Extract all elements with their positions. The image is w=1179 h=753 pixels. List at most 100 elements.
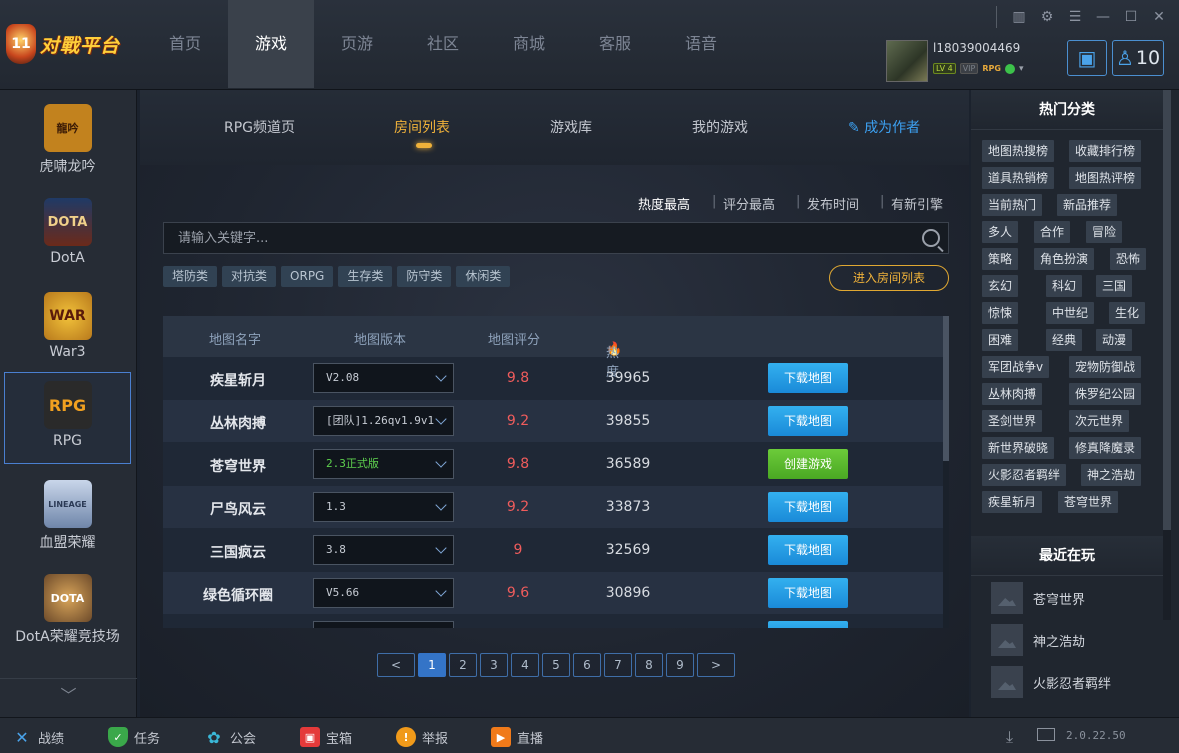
version-select[interactable]: V2.08 <box>313 363 454 393</box>
hot-tag[interactable]: 玄幻 <box>982 275 1019 297</box>
chevron-down-icon[interactable]: ▾ <box>1019 64 1024 74</box>
bottom-tasks[interactable]: ✓ 任务 <box>108 727 160 747</box>
hot-tag[interactable]: 宠物防御战 <box>1069 356 1142 378</box>
table-row[interactable]: 苍穹世界 2.3正式版 9.8 36589 创建游戏 <box>163 443 943 485</box>
nav-webgames[interactable]: 页游 <box>314 0 400 88</box>
sidebar-game-lineage[interactable]: LINEAGE 血盟荣耀 <box>4 472 131 564</box>
version-select[interactable] <box>313 621 454 628</box>
hot-tag[interactable]: 策略 <box>982 248 1019 270</box>
hot-tag[interactable]: 次元世界 <box>1069 410 1130 432</box>
recent-item[interactable]: 火影忍者羁绊 <box>991 666 1161 698</box>
stats-icon[interactable]: ▥ <box>1009 9 1029 25</box>
page-button[interactable]: 4 <box>511 653 539 677</box>
page-button[interactable]: 2 <box>449 653 477 677</box>
tag-orpg[interactable]: ORPG <box>281 266 334 287</box>
page-button[interactable]: 6 <box>573 653 601 677</box>
scrollbar-thumb[interactable] <box>1163 90 1171 530</box>
download-map-button[interactable]: 下载地图 <box>768 578 848 608</box>
close-icon[interactable]: ✕ <box>1149 9 1169 25</box>
table-row[interactable]: 尸鸟风云 1.3 9.2 33873 下载地图 <box>163 486 943 528</box>
page-button[interactable]: 9 <box>666 653 694 677</box>
tag-defense[interactable]: 防守类 <box>397 266 452 287</box>
hot-tag[interactable]: 惊悚 <box>982 302 1019 324</box>
tab-my-games[interactable]: 我的游戏 <box>692 117 748 137</box>
hot-tag[interactable]: 当前热门 <box>982 194 1043 216</box>
hot-tag[interactable]: 科幻 <box>1046 275 1083 297</box>
hot-tag[interactable]: 三国 <box>1096 275 1133 297</box>
online-status-icon[interactable] <box>1004 63 1015 74</box>
hot-tag[interactable]: 神之浩劫 <box>1081 464 1142 486</box>
tag-casual[interactable]: 休闲类 <box>456 266 511 287</box>
hot-tag[interactable]: 新品推荐 <box>1057 194 1118 216</box>
nav-voice[interactable]: 语音 <box>658 0 744 88</box>
prev-page-button[interactable]: < <box>377 653 415 677</box>
sort-engine[interactable]: 有新引擎 <box>891 194 943 213</box>
sidebar-game-dota[interactable]: DOTA DotA <box>4 190 131 282</box>
tag-survival[interactable]: 生存类 <box>338 266 393 287</box>
hot-tag[interactable]: 修真降魔录 <box>1069 437 1142 459</box>
table-row[interactable]: 疾星斩月 V2.08 9.8 39965 下载地图 <box>163 357 943 399</box>
hot-tag[interactable]: 道具热销榜 <box>982 167 1055 189</box>
sidebar-game-war3[interactable]: WAR War3 <box>4 284 131 376</box>
sidebar-game-rpg[interactable]: RPG RPG <box>4 372 131 464</box>
nav-support[interactable]: 客服 <box>572 0 658 88</box>
sort-hot[interactable]: 热度最高 <box>638 194 690 213</box>
bottom-live[interactable]: ▶ 直播 <box>491 727 543 747</box>
hot-tag[interactable]: 侏罗纪公园 <box>1069 383 1142 405</box>
tab-game-library[interactable]: 游戏库 <box>550 117 592 137</box>
hot-tag[interactable]: 动漫 <box>1096 329 1133 351</box>
search-input[interactable] <box>164 223 904 253</box>
table-row[interactable]: 三国疯云 3.8 9 32569 下载地图 <box>163 529 943 571</box>
sort-rating[interactable]: 评分最高 <box>723 194 775 213</box>
page-button[interactable]: 8 <box>635 653 663 677</box>
version-select[interactable]: [团队]1.26qv1.9v1 <box>313 406 454 436</box>
become-author-link[interactable]: ✎ 成为作者 <box>848 117 920 137</box>
version-select[interactable]: V5.66 <box>313 578 454 608</box>
search-icon[interactable] <box>922 229 940 247</box>
version-select[interactable]: 1.3 <box>313 492 454 522</box>
tab-rpg-channel[interactable]: RPG频道页 <box>224 117 295 137</box>
hot-tag[interactable]: 多人 <box>982 221 1019 243</box>
table-scrollbar[interactable] <box>943 316 949 628</box>
hot-tag[interactable]: 冒险 <box>1086 221 1123 243</box>
sidebar-game-huxiao[interactable]: 龍吟 虎啸龙吟 <box>4 96 131 188</box>
bottom-report[interactable]: ! 举报 <box>396 727 448 747</box>
maximize-icon[interactable]: ☐ <box>1121 9 1141 25</box>
tab-room-list[interactable]: 房间列表 <box>394 117 450 137</box>
hot-tag[interactable]: 新世界破晓 <box>982 437 1055 459</box>
page-button[interactable]: 7 <box>604 653 632 677</box>
hot-tag[interactable]: 丛林肉搏 <box>982 383 1043 405</box>
hot-tag[interactable]: 疾星斩月 <box>982 491 1043 513</box>
hot-tag[interactable]: 恐怖 <box>1110 248 1147 270</box>
page-button[interactable]: 3 <box>480 653 508 677</box>
next-page-button[interactable]: > <box>697 653 735 677</box>
download-map-button[interactable]: 下载地图 <box>768 492 848 522</box>
hot-tag[interactable]: 收藏排行榜 <box>1069 140 1142 162</box>
create-game-button[interactable]: 创建游戏 <box>768 449 848 479</box>
table-row[interactable]: 绿色循环圈 V5.66 9.6 30896 下载地图 <box>163 572 943 614</box>
download-icon[interactable]: ⤓ <box>1006 727 1013 747</box>
hot-tag[interactable]: 军团战争v <box>982 356 1050 378</box>
avatar[interactable] <box>886 40 928 82</box>
hot-tag[interactable]: 地图热搜榜 <box>982 140 1055 162</box>
version-select[interactable]: 3.8 <box>313 535 454 565</box>
hot-tag[interactable]: 中世纪 <box>1046 302 1095 324</box>
hot-tag[interactable]: 角色扮演 <box>1034 248 1095 270</box>
sort-time[interactable]: 发布时间 <box>807 194 859 213</box>
table-row[interactable] <box>163 615 943 628</box>
user-panel[interactable]: l18039004469 LV 4 VIP RPG ▾ <box>886 40 1056 82</box>
recent-item[interactable]: 神之浩劫 <box>991 624 1161 656</box>
friends-button[interactable]: ♙ 10 <box>1112 40 1164 76</box>
bottom-chest[interactable]: ▣ 宝箱 <box>300 727 352 747</box>
minimize-icon[interactable]: — <box>1093 9 1113 25</box>
download-map-button[interactable] <box>768 621 848 628</box>
hot-tag[interactable]: 火影忍者羁绊 <box>982 464 1067 486</box>
recent-item[interactable]: 苍穹世界 <box>991 582 1161 614</box>
enter-room-list-button[interactable]: 进入房间列表 <box>829 265 949 291</box>
hot-tag[interactable]: 圣剑世界 <box>982 410 1043 432</box>
page-button[interactable]: 5 <box>542 653 570 677</box>
download-map-button[interactable]: 下载地图 <box>768 406 848 436</box>
download-map-button[interactable]: 下载地图 <box>768 363 848 393</box>
nav-community[interactable]: 社区 <box>400 0 486 88</box>
right-scrollbar[interactable] <box>1163 90 1171 620</box>
